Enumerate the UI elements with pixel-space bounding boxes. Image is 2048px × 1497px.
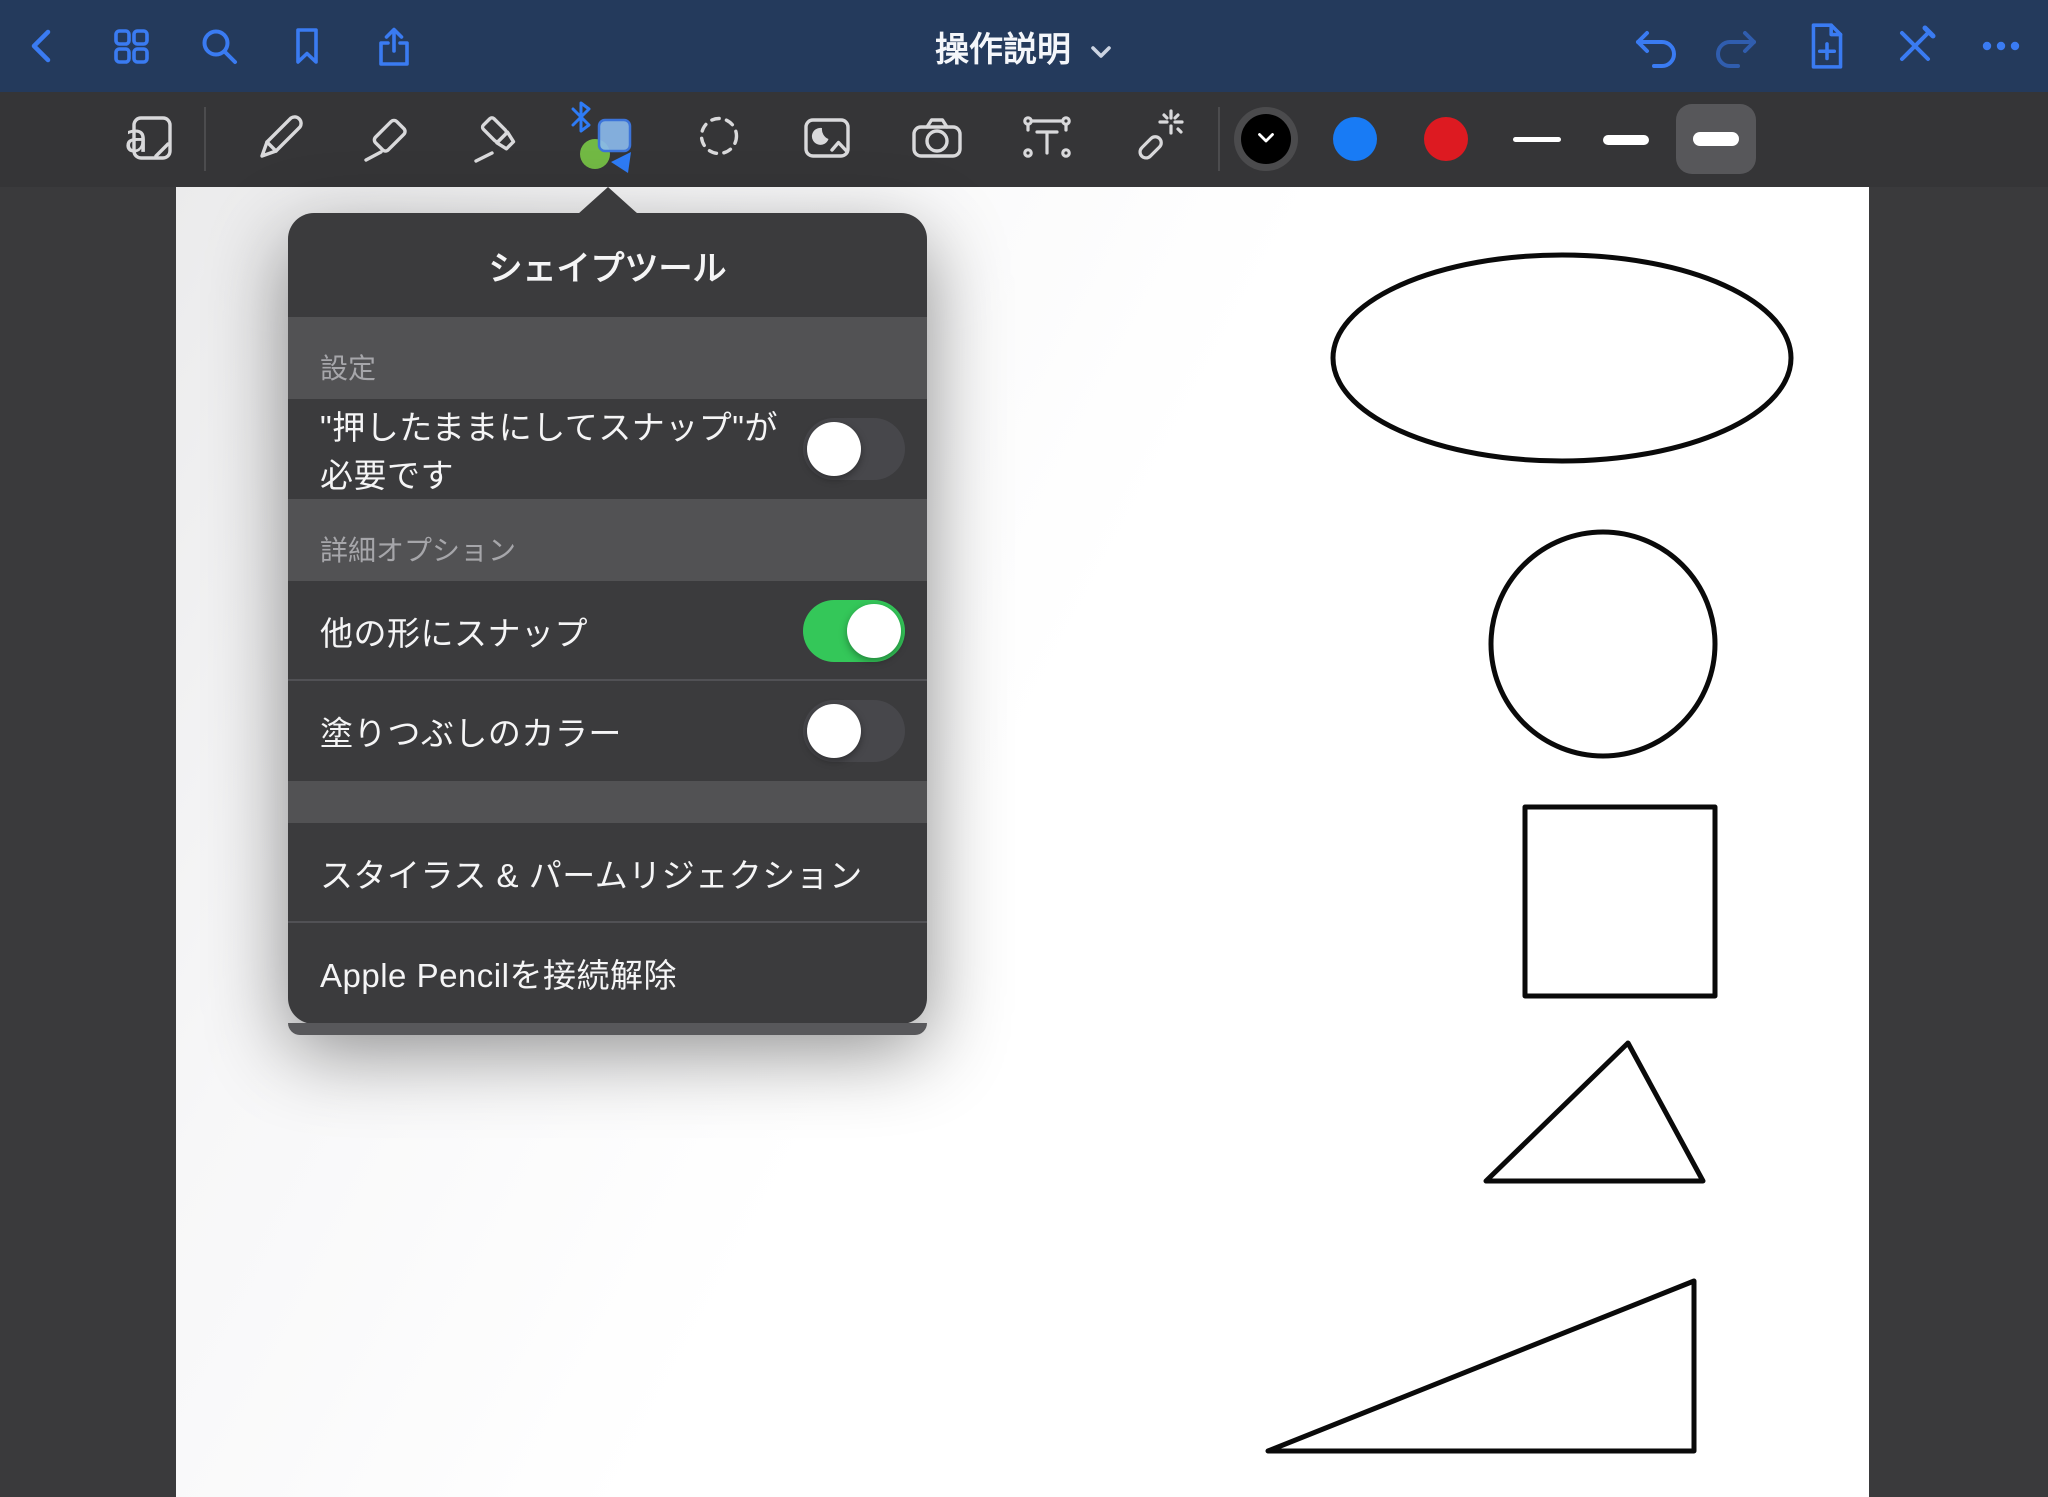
row-label: スタイラス & パームリジェクション (320, 849, 863, 897)
thumbnails-button[interactable] (109, 24, 153, 68)
section-gap (288, 781, 927, 823)
tool-highlighter[interactable] (467, 107, 531, 171)
popover-arrow (578, 187, 638, 214)
drawn-polygon (1268, 1281, 1694, 1451)
drawn-rect (1525, 807, 1715, 996)
color-swatch-blue[interactable] (1333, 117, 1377, 161)
popover-title: シェイプツール (288, 213, 927, 317)
row-fill-color: 塗りつぶしのカラー (288, 681, 927, 781)
toolbar: a (0, 92, 2048, 187)
laser-pointer-icon (1125, 105, 1189, 174)
highlighter-icon (467, 105, 531, 174)
drawn-ellipse (1333, 255, 1791, 461)
tool-camera[interactable] (905, 107, 969, 171)
undo-button[interactable] (1630, 24, 1674, 68)
toggle-knob (847, 604, 901, 658)
image-icon (795, 105, 859, 174)
share-button[interactable] (372, 24, 416, 68)
stroke-width-medium[interactable] (1603, 135, 1649, 145)
ellipsis-icon (1978, 23, 2024, 69)
toggle-knob (807, 704, 861, 758)
row-label: Apple Pencilを接続解除 (320, 949, 677, 997)
row-hold-to-snap: "押したままにしてスナップ"が必要です (288, 399, 927, 499)
popover-bottom-band (288, 1023, 927, 1035)
share-icon (372, 24, 416, 68)
color-swatch-red[interactable] (1424, 117, 1468, 161)
color-swatch-black[interactable] (1241, 114, 1291, 164)
row-label: "押したままにしてスナップ"が必要です (320, 401, 803, 497)
add-page-button[interactable] (1805, 24, 1849, 68)
tool-page-preview[interactable]: a (118, 107, 182, 171)
undo-icon (1628, 22, 1676, 70)
redo-button[interactable] (1718, 24, 1762, 68)
goodnotes-app: 操作説明 (0, 0, 2048, 1497)
stroke-width-thick (1693, 132, 1739, 146)
search-button[interactable] (197, 24, 241, 68)
page-preview-icon: a (118, 105, 182, 174)
toolbar-divider (1218, 107, 1220, 171)
eraser-icon (357, 105, 421, 174)
drawn-polygon (1486, 1043, 1703, 1181)
tool-laser-pointer[interactable] (1125, 107, 1189, 171)
back-button[interactable] (21, 24, 65, 68)
tool-pen[interactable] (249, 107, 313, 171)
chevron-down-icon (1257, 130, 1275, 148)
row-snap-to-other-shapes: 他の形にスナップ (288, 581, 927, 681)
section-header-advanced-options: 詳細オプション (288, 499, 927, 581)
text-tool-icon (1015, 105, 1079, 174)
pen-icon (249, 105, 313, 174)
redo-icon (1716, 22, 1764, 70)
hold-to-snap-toggle[interactable] (803, 418, 905, 480)
row-label: 他の形にスナップ (320, 607, 588, 655)
tool-shape[interactable] (569, 100, 639, 174)
toggle-knob (807, 422, 861, 476)
row-label: 塗りつぶしのカラー (320, 707, 622, 755)
back-chevron-icon (21, 24, 65, 68)
drawn-circle (1491, 532, 1715, 756)
add-page-icon (1803, 21, 1851, 71)
stroke-width-thick-selected[interactable] (1676, 104, 1756, 174)
toolbar-divider (204, 107, 206, 171)
bookmark-button[interactable] (285, 24, 329, 68)
search-icon (197, 24, 241, 68)
navbar: 操作説明 (0, 0, 2048, 92)
lasso-icon (687, 105, 751, 174)
shape-tool-icon (573, 112, 637, 179)
disconnect-apple-pencil-button[interactable]: Apple Pencilを接続解除 (288, 923, 927, 1023)
camera-icon (905, 105, 969, 174)
tool-lasso[interactable] (687, 107, 751, 171)
chevron-down-icon (1089, 30, 1113, 69)
bookmark-icon (285, 24, 329, 68)
snap-to-other-shapes-toggle[interactable] (803, 600, 905, 662)
stroke-width-thin[interactable] (1513, 137, 1561, 142)
tool-image[interactable] (795, 107, 859, 171)
tool-eraser[interactable] (357, 107, 421, 171)
document-title-button[interactable]: 操作説明 (935, 0, 1113, 92)
grid-icon (109, 24, 153, 68)
more-button[interactable] (1979, 24, 2023, 68)
fill-color-toggle[interactable] (803, 700, 905, 762)
section-header-settings: 設定 (288, 317, 927, 399)
svg-text:a: a (124, 116, 149, 162)
stylus-disabled-button[interactable] (1893, 24, 1937, 68)
tool-text[interactable] (1015, 107, 1079, 171)
stylus-disabled-icon (1892, 23, 1938, 69)
stylus-palm-rejection-button[interactable]: スタイラス & パームリジェクション (288, 823, 927, 923)
shape-tool-popover: シェイプツール 設定 "押したままにしてスナップ"が必要です 詳細オプション 他… (288, 213, 927, 1024)
document-title: 操作説明 (935, 22, 1071, 71)
